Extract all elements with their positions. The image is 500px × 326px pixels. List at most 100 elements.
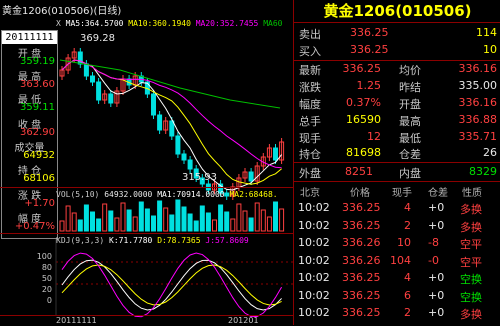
bid-row[interactable]: 买入 336.25 10: [294, 43, 500, 59]
tick-nature: 空平: [460, 255, 482, 269]
volume-bar: [96, 218, 102, 232]
info-low: 359.11: [20, 102, 55, 113]
tick-time: 10:02: [298, 218, 330, 232]
volume-bar: [218, 204, 224, 232]
bid-qty: 10: [483, 43, 497, 56]
tick-oi: +0: [428, 271, 445, 284]
tick-time: 10:02: [298, 201, 330, 214]
candle-down: [181, 153, 187, 161]
volume-bar: [248, 217, 254, 232]
info-date: 20111111: [2, 31, 57, 44]
tick-price: 336.25: [342, 218, 381, 232]
volume-bar: [59, 220, 65, 232]
stat-row: 涨跌 1.25 昨结 335.00: [294, 79, 500, 95]
kdj-d-line: [61, 264, 282, 306]
ask-qty: 114: [476, 26, 497, 39]
info-oi: 68106: [23, 173, 55, 184]
kdj-j-line: [61, 252, 283, 318]
info-vol: 64932: [23, 150, 55, 161]
tick-oi: +0: [428, 218, 445, 232]
kdj-axis-0: 0: [46, 296, 52, 305]
ticks-header: 北京 价格 现手 仓差 性质: [294, 184, 500, 200]
volume-bar: [260, 209, 266, 232]
tick-qty: 104: [390, 253, 411, 267]
volume-bar: [65, 205, 71, 232]
kdj-axis-80: 80: [41, 263, 52, 272]
volume-bar: [242, 210, 248, 232]
stat-label: 最高: [399, 115, 421, 128]
tick-oi: -0: [428, 253, 439, 267]
tick-price: 336.26: [342, 236, 381, 249]
tick-qty: 10: [397, 236, 411, 249]
volume-bar: [254, 202, 260, 232]
stat-label: 均价: [399, 64, 421, 77]
stat-value: 335.00: [458, 79, 498, 92]
date-tick-2: 201201: [228, 316, 259, 325]
volume-bar: [132, 216, 138, 232]
quote-panel: 黄金1206(010506) 卖出 336.25 114 买入 336.25 1…: [293, 0, 500, 325]
stat-label: 开盘: [399, 98, 421, 111]
stat-value: 335.71: [458, 130, 498, 143]
tick-qty: 2: [404, 218, 411, 232]
tick-nature: 空换: [460, 290, 482, 304]
kline-chart-area[interactable]: 黄金1206(010506)(日线) X MA5:364.5700 MA10:3…: [0, 0, 293, 325]
volume-legend: VOL(5,10) 64932.0000 MA1:70914.0000 MA2:…: [56, 190, 278, 199]
volume-bar: [187, 213, 193, 232]
kdj-separator: [0, 233, 293, 234]
stat-value: 0.37%: [346, 96, 381, 109]
candle-down: [157, 114, 163, 131]
kdj-axis-100: 100: [36, 252, 52, 261]
high-price-label: 369.28: [80, 33, 115, 44]
kdj-axis-50: 50: [41, 274, 52, 283]
tick-oi: -8: [428, 236, 439, 249]
tick-oi: +0: [428, 201, 445, 214]
outer-label: 外盘: [299, 167, 321, 180]
volume-bar: [120, 202, 126, 232]
volume-bar: [102, 203, 108, 232]
tick-oi: +0: [428, 306, 445, 319]
kdj-legend: KDJ(9,3,3) K:71.7780 D:78.7365 J:57.8609: [56, 236, 249, 245]
volume-bar: [83, 204, 89, 232]
tick-price: 336.25: [342, 306, 381, 319]
stat-value: 26: [483, 146, 497, 159]
volume-bar: [108, 210, 114, 232]
ask-row[interactable]: 卖出 336.25 114: [294, 26, 500, 42]
volume-bar: [114, 217, 120, 232]
candle-down: [83, 63, 89, 77]
info-open: 359.19: [20, 56, 55, 67]
tick-nature: 空平: [460, 238, 482, 251]
candle-down: [175, 135, 181, 155]
ticks-qty-header: 现手: [392, 188, 412, 199]
bar-info-box: 20111111 开 盘 359.19 最 高 363.60 最 低 359.1…: [1, 30, 58, 239]
tick-time: 10:02: [298, 236, 330, 249]
volume-bar: [138, 201, 144, 232]
stat-value: 1.25: [356, 79, 382, 92]
tick-qty: 6: [404, 288, 411, 302]
tick-time: 10:02: [298, 271, 330, 284]
volume-separator: [0, 187, 293, 188]
inner-value: 8329: [469, 165, 497, 178]
outer-inner-row: 外盘 8251 内盘 8329: [294, 165, 500, 181]
stat-row: 持仓 81698 仓差 26: [294, 146, 500, 162]
stat-label: 涨跌: [299, 81, 321, 94]
tick-nature: 多换: [460, 308, 482, 321]
volume-bar: [181, 206, 187, 232]
volume-bar: [273, 201, 278, 232]
tick-qty: 4: [404, 271, 411, 284]
tick-nature: 多换: [460, 203, 482, 216]
tick-price: 336.25: [342, 201, 381, 214]
volume-bar: [199, 205, 205, 232]
ticks-oi-header: 仓差: [428, 188, 448, 199]
candle-down: [90, 75, 95, 83]
stat-value: 81698: [346, 146, 381, 159]
ticks-market: 北京: [300, 188, 320, 199]
volume-bar: [126, 209, 132, 232]
stat-row: 总手 16590 最高 336.88: [294, 113, 500, 129]
tick-price: 336.26: [342, 253, 381, 267]
volume-bar: [236, 203, 242, 232]
kdj-axis-20: 20: [41, 285, 52, 294]
volume-bar: [77, 219, 83, 232]
info-pct: +0.47%: [14, 221, 55, 232]
stat-row: 现手 12 最低 335.71: [294, 130, 500, 146]
tick-row[interactable]: 10:02 336.25 2 +0 多换: [294, 306, 500, 326]
